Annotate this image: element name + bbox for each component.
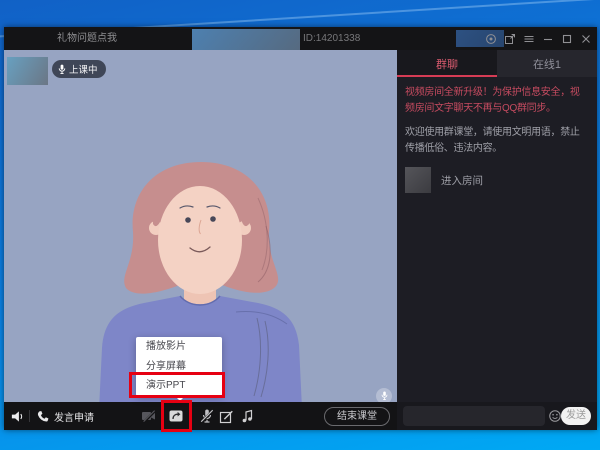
record-button[interactable] [484,32,497,45]
main-content: 上课中 [4,50,597,430]
video-stage: 上课中 [4,50,397,430]
record-icon [485,33,497,45]
window-title: 礼物问题点我 [57,27,117,50]
speaker-icon [10,409,25,424]
welcome-notice: 欢迎使用群课堂，请使用文明用语，禁止传播低俗、违法内容。 [405,125,589,156]
chat-input[interactable] [403,406,545,426]
app-window: 礼物问题点我 ID:14201338 [4,27,597,430]
speaker-button[interactable] [9,408,25,424]
redacted-group-name [192,29,300,50]
music-button[interactable] [240,408,256,424]
chat-messages: 视频房间全新升级！为保护信息安全，视频房间文字聊天不再与QQ群同步。 欢迎使用群… [397,77,597,402]
mic-muted-icon [199,408,215,424]
redacted-member-avatar [405,167,431,193]
popout-button[interactable] [503,32,516,45]
speech-request-button[interactable]: 发言申请 [36,402,94,430]
maximize-button[interactable] [560,32,573,45]
title-bar: 礼物问题点我 ID:14201338 [4,27,597,50]
send-button[interactable]: 发送 [561,407,591,425]
present-share-button[interactable] [168,408,184,424]
maximize-icon [561,33,573,45]
menu-item-present-ppt[interactable]: 演示PPT [136,376,222,396]
window-controls [484,27,592,50]
music-note-icon [240,408,256,424]
main-menu-button[interactable] [522,32,535,45]
camera-off-icon [141,408,157,424]
minimize-button[interactable] [541,32,554,45]
menu-item-play-video[interactable]: 播放影片 [136,337,222,357]
close-icon [580,33,592,45]
toolbar-divider [29,410,30,422]
menu-item-share-screen[interactable]: 分享屏幕 [136,357,222,377]
menu-caret [174,395,186,401]
system-warning-notice: 视频房间全新升级！为保护信息安全，视频房间文字聊天不再与QQ群同步。 [405,85,589,116]
chat-panel: 群聊 在线1 视频房间全新升级！为保护信息安全，视频房间文字聊天不再与QQ群同步… [397,50,597,430]
chat-tabs: 群聊 在线1 [397,50,597,77]
end-class-button[interactable]: 结束课堂 [324,407,390,426]
hamburger-menu-icon [523,33,535,45]
speech-request-label: 发言申请 [54,409,94,424]
phone-icon [36,410,49,423]
share-options-menu: 播放影片 分享屏幕 演示PPT [136,337,222,396]
bottom-toolbar: 发言申请 [4,402,397,430]
present-share-icon [168,408,184,424]
close-button[interactable] [579,32,592,45]
camera-off-button[interactable] [141,408,157,424]
tab-online-members[interactable]: 在线1 [497,50,597,77]
chat-input-bar: 发送 [397,402,597,430]
room-id-label: ID:14201338 [303,27,360,50]
active-tab-indicator [397,75,497,77]
mic-muted-button[interactable] [199,408,215,424]
edit-note-button[interactable] [219,408,235,424]
minimize-icon [542,33,554,45]
mic-small-icon [381,391,388,401]
popout-icon [504,33,516,45]
room-entry-text: 进入房间 [441,173,483,188]
tab-group-chat[interactable]: 群聊 [397,50,497,77]
edit-icon [219,408,235,424]
room-entry-event: 进入房间 [405,167,589,193]
emoji-smiley-icon [548,409,562,423]
